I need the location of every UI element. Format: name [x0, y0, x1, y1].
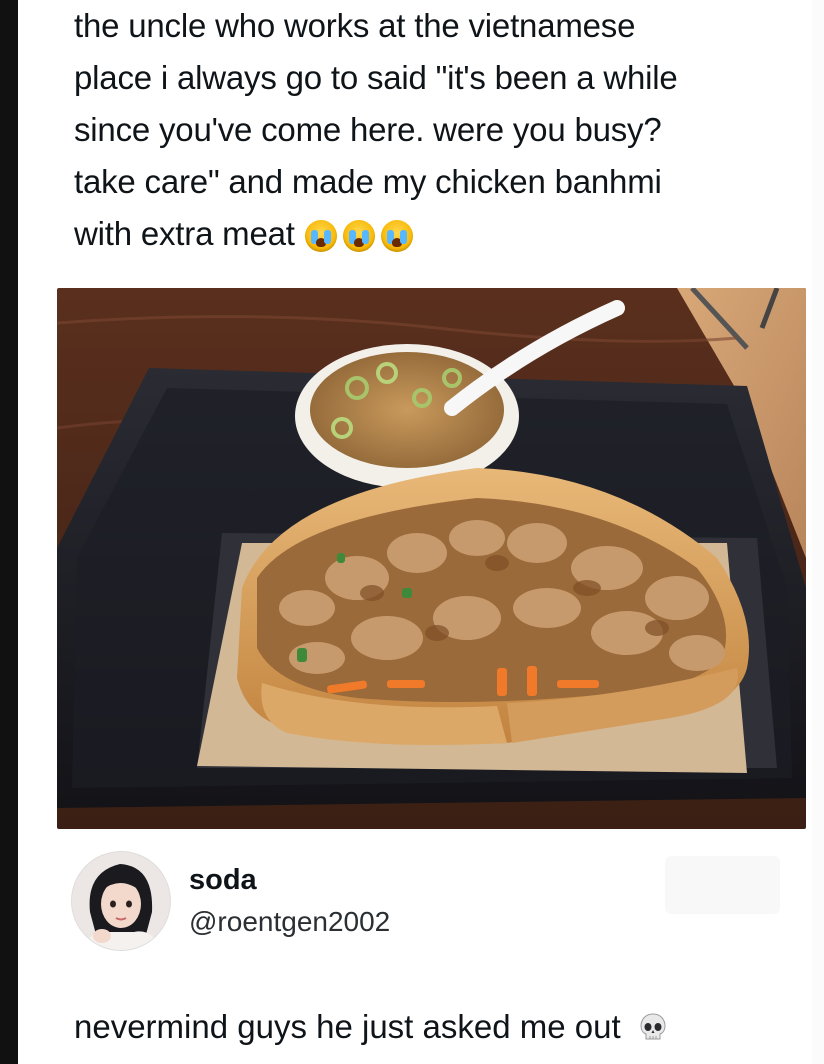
- post-line-4: take care" and made my chicken banhmi: [74, 163, 662, 200]
- loudly-crying-face-icon: [342, 220, 375, 253]
- reply-text-content: nevermind guys he just asked me out: [74, 1008, 621, 1045]
- post-line-5-text: with extra meat: [74, 215, 295, 252]
- right-edge: [812, 0, 824, 1064]
- post-line-5: with extra meat: [74, 208, 789, 260]
- author-name[interactable]: soda: [189, 864, 257, 897]
- post-line-1: the uncle who works at the vietnamese: [74, 7, 636, 44]
- redacted-area: [665, 856, 780, 914]
- post-line-2: place i always go to said "it's been a w…: [74, 59, 678, 96]
- author-handle[interactable]: @roentgen2002: [189, 906, 390, 938]
- loudly-crying-face-icon: [304, 220, 337, 253]
- crying-emoji-group: [304, 220, 413, 253]
- skull-icon: [640, 1013, 666, 1040]
- post-text: the uncle who works at the vietnamese pl…: [74, 0, 789, 260]
- banh-mi-photo[interactable]: [57, 288, 806, 829]
- avatar[interactable]: [72, 852, 170, 950]
- loudly-crying-face-icon: [380, 220, 413, 253]
- reply-text: nevermind guys he just asked me out: [74, 1008, 668, 1046]
- post-line-3: since you've come here. were you busy?: [74, 111, 662, 148]
- left-dark-edge: [0, 0, 18, 1064]
